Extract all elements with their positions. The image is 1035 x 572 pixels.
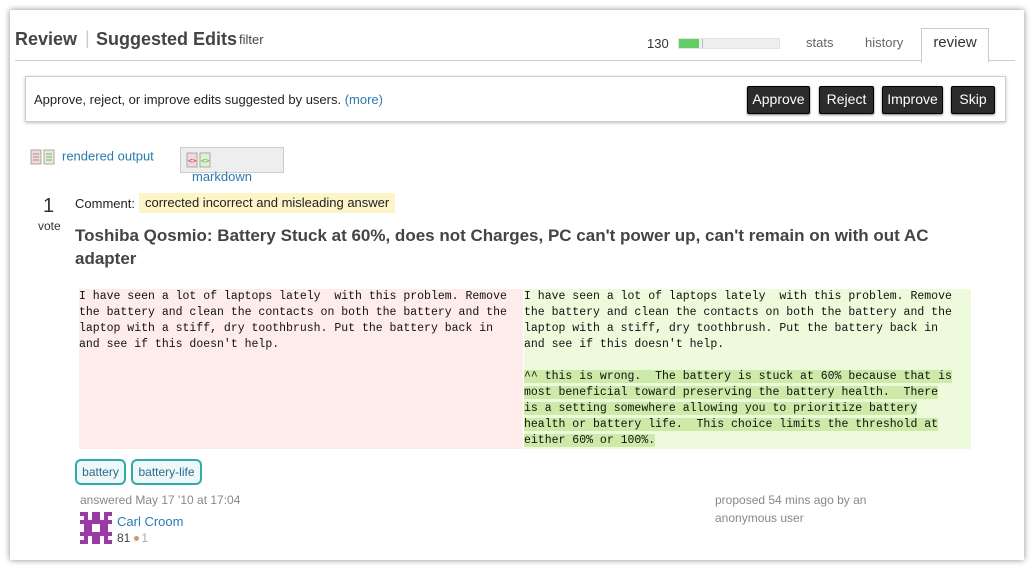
markdown-label: markdown: [192, 169, 252, 184]
vote-label: vote: [38, 219, 61, 233]
edit-comment: corrected incorrect and misleading answe…: [139, 193, 396, 213]
proposed-time: proposed 54 mins ago by an: [715, 493, 867, 507]
markdown-icon: <> <>: [186, 152, 211, 168]
proposed-info: proposed 54 mins ago by an anonymous use…: [715, 491, 915, 527]
added-line-row: health or battery life. This choice limi…: [524, 417, 952, 433]
review-link[interactable]: Review: [15, 29, 77, 50]
added-line-row: most beneficial toward preserving the ba…: [524, 385, 952, 401]
header-separator: |: [85, 28, 90, 48]
approve-button[interactable]: Approve: [747, 86, 810, 114]
svg-text:<>: <>: [201, 157, 209, 165]
added-line: health or battery life. This choice limi…: [524, 418, 939, 431]
added-line-row: either 60% or 100%.: [524, 433, 952, 449]
review-progress-bar: [678, 38, 780, 49]
user-reputation: 81 1: [117, 531, 148, 545]
question-title[interactable]: Toshiba Qosmio: Battery Stuck at 60%, do…: [75, 224, 975, 270]
skip-button[interactable]: Skip: [951, 86, 995, 114]
tab-history[interactable]: history: [865, 35, 903, 50]
filter-link[interactable]: filter: [239, 32, 264, 47]
instructions-label: Approve, reject, or improve edits sugges…: [34, 92, 345, 107]
edited-text: I have seen a lot of laptops lately with…: [524, 290, 952, 351]
reputation-score: 81: [117, 531, 131, 545]
tab-stats[interactable]: stats: [806, 35, 833, 50]
diff-edited-pane: I have seen a lot of laptops lately with…: [524, 289, 971, 449]
comment-label: Comment:: [75, 196, 135, 211]
proposed-by: anonymous user: [715, 511, 804, 525]
remaining-count: 130: [647, 36, 669, 51]
bronze-badge-count: 1: [141, 531, 149, 545]
reject-button[interactable]: Reject: [819, 86, 874, 114]
tag-battery[interactable]: battery: [75, 459, 126, 485]
rendered-output-label: rendered output: [62, 148, 154, 164]
markdown-toggle[interactable]: <> <> markdown: [180, 147, 284, 184]
vote-count: 1: [43, 195, 55, 217]
rendered-output-toggle[interactable]: rendered output: [30, 148, 154, 166]
added-line-row: ^^ this is wrong. The battery is stuck a…: [524, 369, 952, 385]
progress-fill: [679, 39, 699, 48]
user-avatar[interactable]: [80, 512, 112, 544]
instructions-text: Approve, reject, or improve edits sugges…: [34, 92, 383, 107]
rendered-output-icon: [30, 149, 55, 165]
bronze-badge-icon: [134, 535, 140, 541]
added-line: either 60% or 100%.: [524, 434, 656, 447]
added-line-row: is a setting somewhere allowing you to p…: [524, 401, 952, 417]
more-link[interactable]: (more): [345, 92, 383, 107]
added-line: most beneficial toward preserving the ba…: [524, 386, 939, 399]
page-header: Review | Suggested Edits filter 130 stat…: [15, 22, 1015, 63]
user-name-link[interactable]: Carl Croom: [117, 514, 183, 529]
answered-timestamp: answered May 17 '10 at 17:04: [80, 493, 241, 507]
original-text: I have seen a lot of laptops lately with…: [79, 290, 507, 351]
diff-original-pane: I have seen a lot of laptops lately with…: [79, 289, 523, 449]
svg-text:<>: <>: [188, 157, 196, 165]
added-line: ^^ this is wrong. The battery is stuck a…: [524, 370, 952, 383]
tag-battery-life[interactable]: battery-life: [131, 459, 202, 485]
page-title: Suggested Edits: [96, 29, 238, 49]
improve-button[interactable]: Improve: [882, 86, 943, 114]
progress-marker: [702, 39, 703, 48]
review-instructions-bar: Approve, reject, or improve edits sugges…: [25, 76, 1006, 122]
added-text: ^^ this is wrong. The battery is stuck a…: [524, 369, 952, 449]
tab-review[interactable]: review: [921, 28, 989, 63]
added-line: is a setting somewhere allowing you to p…: [524, 402, 918, 415]
